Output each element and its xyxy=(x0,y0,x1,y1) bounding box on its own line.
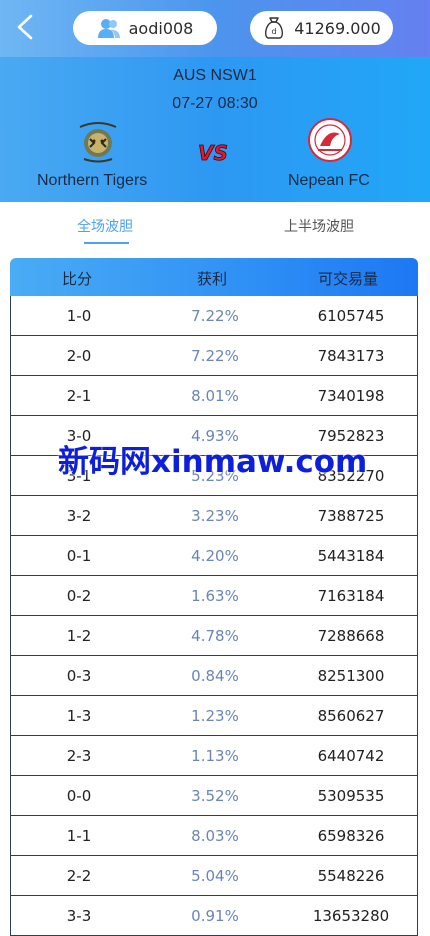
tab-full-time[interactable]: 全场波胆 xyxy=(77,216,133,236)
score-cell: 1-2 xyxy=(66,627,92,645)
away-team-logo-icon xyxy=(308,118,352,162)
balance-text: 41269.000 xyxy=(294,18,381,38)
volume-cell: 5309535 xyxy=(317,787,385,805)
score-cell: 0-1 xyxy=(66,547,92,565)
column-header-profit: 获利 xyxy=(197,270,228,288)
score-cell: 1-3 xyxy=(66,707,92,725)
score-cell: 3-2 xyxy=(66,507,92,525)
watermark-text: 新码网xinmaw.com xyxy=(58,444,368,480)
volume-cell: 6440742 xyxy=(317,747,385,765)
table-row[interactable]: 0-0 3.52% 5309535 xyxy=(10,776,418,816)
score-cell: 0-0 xyxy=(66,787,92,805)
volume-cell: 8560627 xyxy=(317,707,385,725)
home-team-name: Northern Tigers xyxy=(37,172,148,189)
vs-icon: VS xyxy=(198,141,229,166)
column-header-score: 比分 xyxy=(62,270,93,288)
score-cell: 1-0 xyxy=(66,307,92,325)
odds-table-body: 1-0 7.22% 6105745 2-0 7.22% 7843173 2-1 8.01% 73… xyxy=(10,296,418,936)
profit-cell: 1.13% xyxy=(191,747,239,765)
profit-cell: 4.20% xyxy=(191,547,239,565)
volume-cell: 7843173 xyxy=(317,347,385,365)
tab-first-half[interactable]: 上半场波胆 xyxy=(284,216,354,236)
table-row[interactable]: 2-1 8.01% 7340198 xyxy=(10,376,418,416)
balance-badge[interactable]: d 41269.000 xyxy=(250,11,393,45)
user-icon xyxy=(97,19,120,38)
volume-cell: 5443184 xyxy=(317,547,385,565)
svg-text:VS: VS xyxy=(198,141,228,165)
score-cell: 2-0 xyxy=(66,347,92,365)
score-cell: 1-1 xyxy=(66,827,92,845)
score-cell: 0-3 xyxy=(66,667,92,685)
volume-cell: 7388725 xyxy=(317,507,385,525)
back-button[interactable] xyxy=(12,12,40,42)
table-row[interactable]: 0-1 4.20% 5443184 xyxy=(10,536,418,576)
score-cell: 0-2 xyxy=(66,587,92,605)
home-team-logo-icon xyxy=(79,122,117,163)
profit-cell: 7.22% xyxy=(191,347,239,365)
tab-bar: 全场波胆 上半场波胆 xyxy=(0,202,430,250)
table-row[interactable]: 1-2 4.78% 7288668 xyxy=(10,616,418,656)
profit-cell: 5.04% xyxy=(191,867,239,885)
table-row[interactable]: 3-2 3.23% 7388725 xyxy=(10,496,418,536)
svg-text:d: d xyxy=(272,27,277,36)
user-badge[interactable]: aodi008 xyxy=(73,11,217,45)
chevron-left-icon xyxy=(17,14,33,40)
active-tab-indicator xyxy=(84,242,129,244)
volume-cell: 6105745 xyxy=(317,307,385,325)
table-row[interactable]: 0-3 0.84% 8251300 xyxy=(10,656,418,696)
away-team-name: Nepean FC xyxy=(288,172,370,189)
score-cell: 2-2 xyxy=(66,867,92,885)
table-row[interactable]: 2-3 1.13% 6440742 xyxy=(10,736,418,776)
column-header-volume: 可交易量 xyxy=(318,270,379,288)
volume-cell: 6598326 xyxy=(317,827,385,845)
volume-cell: 5548226 xyxy=(317,867,385,885)
table-row[interactable]: 1-0 7.22% 6105745 xyxy=(10,296,418,336)
score-cell: 2-3 xyxy=(66,747,92,765)
volume-cell: 7288668 xyxy=(317,627,385,645)
profit-cell: 0.84% xyxy=(191,667,239,685)
profit-cell: 0.91% xyxy=(191,907,239,925)
profit-cell: 8.01% xyxy=(191,387,239,405)
table-row[interactable]: 3-3 0.91% 13653280 xyxy=(10,896,418,936)
volume-cell: 8251300 xyxy=(317,667,385,685)
profit-cell: 1.23% xyxy=(191,707,239,725)
score-cell: 3-3 xyxy=(66,907,92,925)
profit-cell: 7.22% xyxy=(191,307,239,325)
profit-cell: 1.63% xyxy=(191,587,239,605)
match-time: 07-27 08:30 xyxy=(172,95,258,112)
score-cell: 2-1 xyxy=(66,387,92,405)
money-bag-icon: d xyxy=(265,17,284,39)
username-text: aodi008 xyxy=(128,18,194,38)
table-row[interactable]: 0-2 1.63% 7163184 xyxy=(10,576,418,616)
profit-cell: 3.52% xyxy=(191,787,239,805)
profit-cell: 3.23% xyxy=(191,507,239,525)
table-header: 比分 获利 可交易量 xyxy=(10,258,418,296)
volume-cell: 7163184 xyxy=(317,587,385,605)
profit-cell: 4.78% xyxy=(191,627,239,645)
table-row[interactable]: 2-0 7.22% 7843173 xyxy=(10,336,418,376)
volume-cell: 7340198 xyxy=(317,387,385,405)
table-row[interactable]: 2-2 5.04% 5548226 xyxy=(10,856,418,896)
table-row[interactable]: 1-1 8.03% 6598326 xyxy=(10,816,418,856)
league-name: AUS NSW1 xyxy=(173,67,257,84)
profit-cell: 8.03% xyxy=(191,827,239,845)
table-row[interactable]: 1-3 1.23% 8560627 xyxy=(10,696,418,736)
volume-cell: 13653280 xyxy=(312,907,390,925)
